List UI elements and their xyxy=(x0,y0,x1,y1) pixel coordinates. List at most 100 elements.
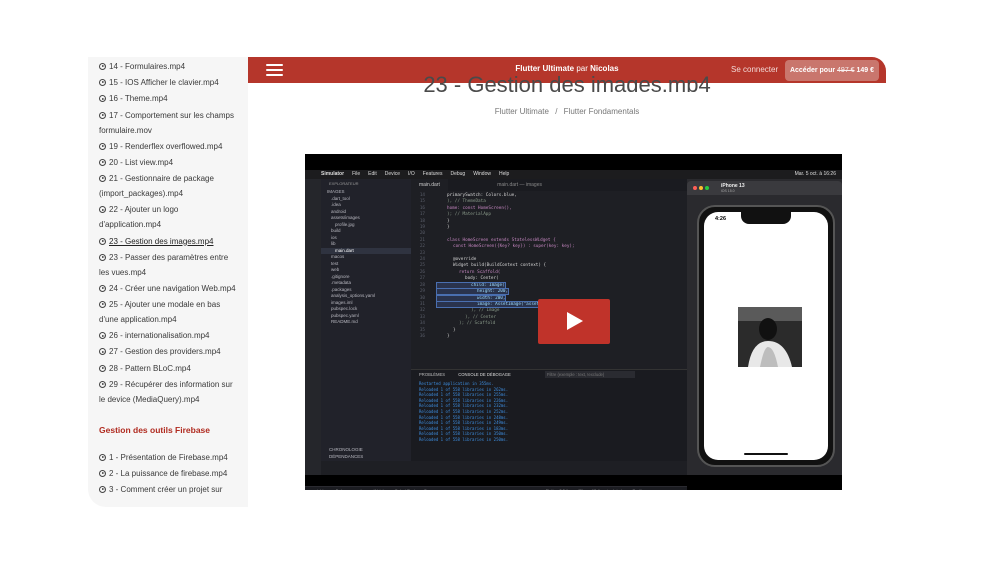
code-text: return Scaffold( xyxy=(459,269,501,275)
mac-menu-item: Edit xyxy=(368,171,377,177)
iphone-frame: 4:26 xyxy=(697,205,835,467)
explorer-title: EXPLORATEUR xyxy=(329,181,359,186)
lesson-item[interactable]: 24 - Créer une navigation Web.mp4 xyxy=(99,281,239,296)
lesson-label: 27 - Gestion des providers.mp4 xyxy=(109,347,221,357)
play-circle-icon xyxy=(99,348,106,356)
simulator-subtitle: iOS 15.0 xyxy=(721,189,735,193)
play-circle-icon xyxy=(99,284,106,292)
mac-menu-item: Device xyxy=(384,171,401,177)
code-text: ), // Image xyxy=(471,308,500,314)
lesson-item[interactable]: 3 - Comment créer un projet sur xyxy=(99,482,239,497)
window-title: main.dart — images xyxy=(497,182,542,188)
lesson-item[interactable]: 22 - Ajouter un logo d'application.mp4 xyxy=(99,202,239,232)
video-player[interactable]: Simulator File Edit Device I/O Features Debug W… xyxy=(305,154,842,490)
breadcrumb: Flutter Ultimate / Flutter Fondamentals xyxy=(248,107,886,116)
mac-menu-item: Debug xyxy=(450,171,466,177)
code-text: } xyxy=(447,218,450,224)
mac-clock: Mar. 5 oct. à 16:26 xyxy=(794,171,836,177)
play-circle-icon xyxy=(99,380,106,388)
simulator-header: iPhone 13 iOS 15.0 xyxy=(687,181,842,195)
play-circle-icon xyxy=(99,332,106,340)
lesson-item[interactable]: 16 - Theme.mp4 xyxy=(99,91,239,106)
lesson-sidebar: 14 - Formulaires.mp4 15 - IOS Afficher le… xyxy=(88,57,248,507)
page-title: 23 - Gestion des images.mp4 xyxy=(423,72,711,92)
lesson-item[interactable]: 26 - internationalisation.mp4 xyxy=(99,328,239,343)
code-text: ), // ThemeData xyxy=(447,199,486,205)
breadcrumb-item-course[interactable]: Flutter Ultimate xyxy=(495,107,549,116)
status-item: Debug my code xyxy=(336,488,364,490)
mac-menu-bar: Simulator File Edit Device I/O Features Debug W… xyxy=(305,170,842,179)
breadcrumb-separator: / xyxy=(555,107,558,116)
lesson-item[interactable]: 27 - Gestion des providers.mp4 xyxy=(99,344,239,359)
mac-menu-item: File xyxy=(352,171,361,177)
line-number: 36 xyxy=(419,333,425,339)
phone-notch xyxy=(741,212,791,224)
play-circle-icon xyxy=(99,364,106,372)
code-text: height: 200, xyxy=(435,288,510,296)
play-icon xyxy=(567,312,583,330)
lesson-item[interactable]: 28 - Pattern BLoC.mp4 xyxy=(99,361,239,376)
phone-screen: 4:26 xyxy=(704,212,828,460)
home-indicator xyxy=(744,453,788,455)
play-circle-icon xyxy=(99,111,106,119)
lesson-label: 15 - IOS Afficher le clavier.mp4 xyxy=(109,78,219,88)
play-circle-icon xyxy=(99,175,106,183)
lesson-label: 21 - Gestionnaire de package (import_pac… xyxy=(99,174,214,199)
lesson-item[interactable]: 14 - Formulaires.mp4 xyxy=(99,59,239,74)
phone-time: 4:26 xyxy=(715,216,727,222)
status-item: Prettier xyxy=(633,488,646,490)
status-item: Watch xyxy=(374,488,385,490)
play-circle-icon xyxy=(99,486,106,494)
lesson-label: 17 - Comportement sur les champs formula… xyxy=(99,110,234,135)
terminal-tabs: PROBLÈMES CONSOLE DE DÉBOGAGE Filtre (ex… xyxy=(411,370,687,379)
lesson-label: 24 - Créer une navigation Web.mp4 xyxy=(109,283,236,293)
lesson-item[interactable]: 21 - Gestionnaire de package (import_pac… xyxy=(99,171,239,201)
play-circle-icon xyxy=(99,453,106,461)
editor-tabs: main.dart main.dart — images xyxy=(411,179,687,191)
play-button[interactable] xyxy=(538,299,610,344)
code-text: class HomeScreen extends StatelessWidget… xyxy=(447,237,556,243)
lesson-label: 26 - internationalisation.mp4 xyxy=(109,331,210,341)
lesson-item[interactable]: 1 - Présentation de Firebase.mp4 xyxy=(99,450,239,465)
mac-menu-item: Window xyxy=(473,171,491,177)
activity-bar xyxy=(305,179,321,475)
lesson-label: 1 - Présentation de Firebase.mp4 xyxy=(109,452,228,462)
play-circle-icon xyxy=(99,63,106,70)
code-text: ); // MaterialApp xyxy=(447,212,491,218)
status-item: iPhone 13 (ios simulator) xyxy=(578,488,622,490)
status-item: Select Postgres Server xyxy=(395,488,436,490)
play-circle-icon xyxy=(99,301,106,309)
lesson-item[interactable]: 19 - Renderflex overflowed.mp4 xyxy=(99,139,239,154)
status-item: stable xyxy=(315,488,326,490)
lesson-item[interactable]: 2 - La puissance de firebase.mp4 xyxy=(99,466,239,481)
code-text: width: 200, xyxy=(435,294,507,302)
status-bar: stable Debug my code Watch Select Postgres … xyxy=(305,486,687,490)
breadcrumb-item-module[interactable]: Flutter Fondamentals xyxy=(564,107,640,116)
debug-console: PROBLÈMES CONSOLE DE DÉBOGAGE Filtre (ex… xyxy=(411,369,687,461)
code-text: home: const HomeScreen(), xyxy=(447,205,512,211)
mac-menu-item: Help xyxy=(498,171,510,177)
code-text: child: Image( xyxy=(436,281,506,289)
play-circle-icon xyxy=(99,206,106,214)
explorer-item: README.md xyxy=(331,319,358,324)
lesson-item[interactable]: 20 - List view.mp4 xyxy=(99,155,239,170)
lesson-label: 28 - Pattern BLoC.mp4 xyxy=(109,363,191,373)
section-title-firebase[interactable]: Gestion des outils Firebase xyxy=(99,423,239,438)
lesson-item[interactable]: 25 - Ajouter une modale en bas d'une app… xyxy=(99,297,239,327)
lesson-list: 14 - Formulaires.mp4 15 - IOS Afficher le… xyxy=(99,59,239,498)
explorer-dependencies: DÉPENDANCES xyxy=(329,453,364,459)
lesson-item[interactable]: 15 - IOS Afficher le clavier.mp4 xyxy=(99,75,239,90)
profile-photo xyxy=(738,307,802,367)
lesson-item[interactable]: 23 - Gestion des images.mp4 xyxy=(99,234,239,249)
lesson-item[interactable]: 17 - Comportement sur les champs formula… xyxy=(99,108,239,138)
code-text: } xyxy=(447,225,450,231)
play-circle-icon xyxy=(99,470,106,477)
code-text: } xyxy=(453,327,456,333)
lesson-item[interactable]: 23 - Passer des paramètres entre les vue… xyxy=(99,250,239,280)
play-circle-icon xyxy=(99,158,106,166)
play-circle-icon xyxy=(99,142,106,150)
code-text: ), // Center xyxy=(465,314,497,320)
lesson-item[interactable]: 29 - Récupérer des information sur le de… xyxy=(99,377,239,407)
lesson-label: 3 - Comment créer un projet sur xyxy=(109,485,223,495)
